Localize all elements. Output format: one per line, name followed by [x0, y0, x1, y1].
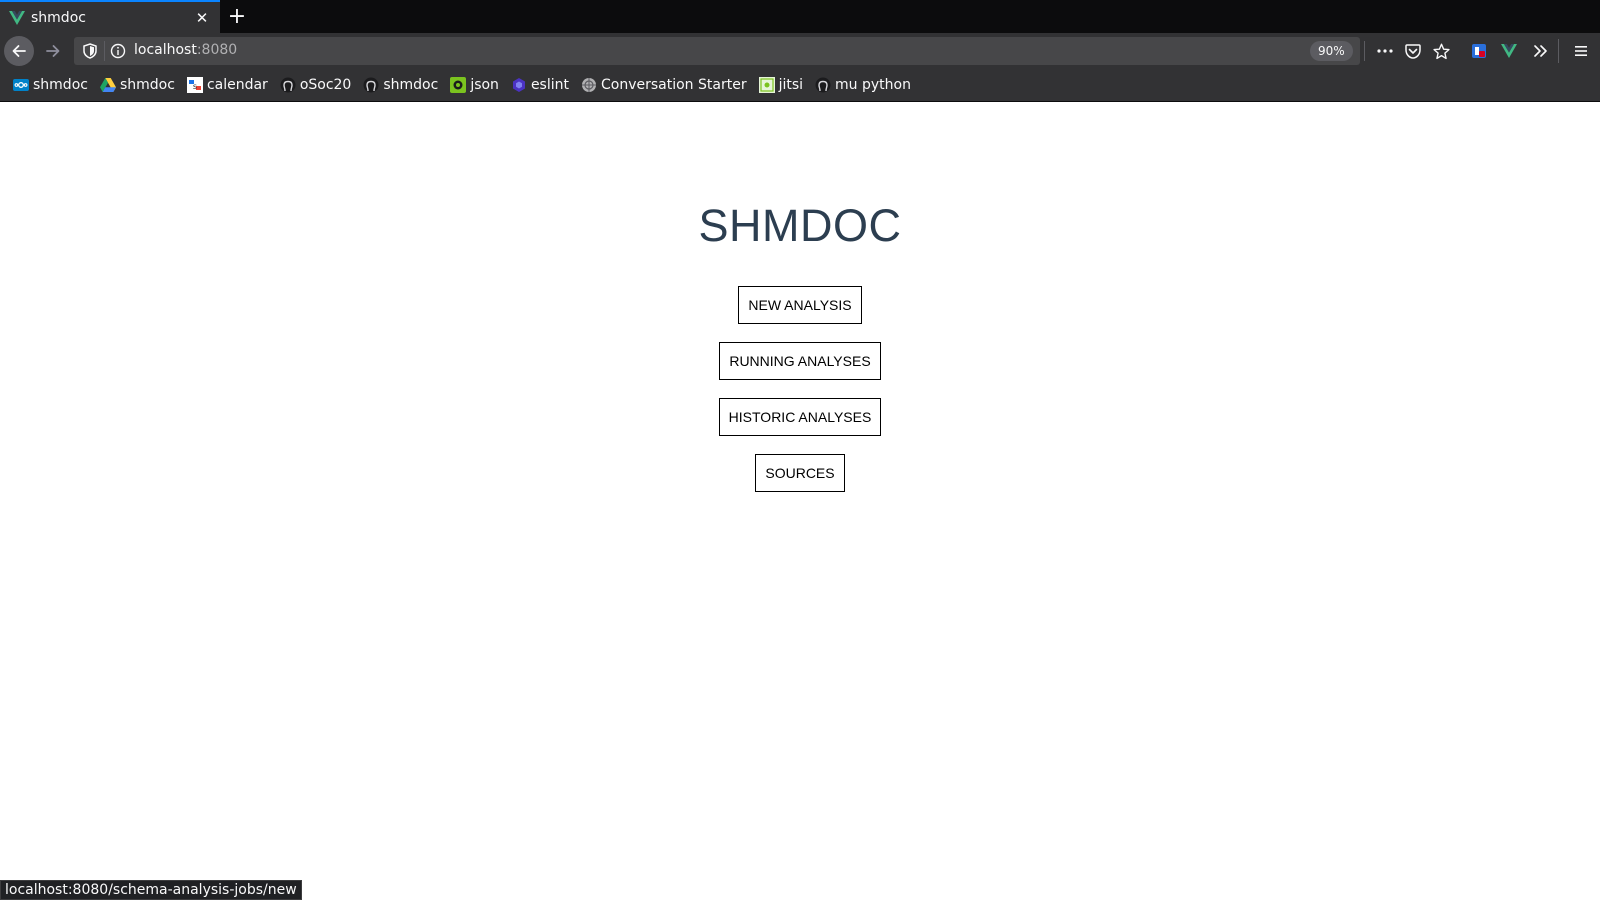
bookmark-star-icon[interactable] — [1431, 41, 1451, 61]
bookmark-label: shmdoc — [119, 77, 175, 93]
urlbar-separator — [104, 41, 105, 61]
github-icon — [280, 77, 296, 93]
bookmark-shmdoc-nextcloud[interactable]: shmdoc — [8, 73, 93, 97]
tracking-protection-shield-icon[interactable] — [80, 41, 100, 61]
bookmark-label: calendar — [206, 77, 268, 93]
bookmark-json[interactable]: json — [445, 73, 504, 97]
bookmark-calendar[interactable]: s calendar — [182, 73, 273, 97]
bookmark-label: shmdoc — [33, 77, 88, 93]
bookmark-label: eslint — [530, 77, 569, 93]
bookmark-jitsi[interactable]: jitsi — [754, 73, 808, 97]
jitsi-icon — [758, 77, 775, 93]
pocket-icon[interactable] — [1403, 41, 1423, 61]
new-analysis-button[interactable]: NEW ANALYSIS — [738, 286, 862, 324]
bookmark-shmdoc-github[interactable]: shmdoc — [358, 73, 443, 97]
tab-shmdoc[interactable]: shmdoc ✕ — [0, 0, 220, 33]
new-tab-icon[interactable]: + — [224, 4, 250, 30]
url-text: localhost:8080 — [134, 42, 237, 58]
json-icon — [450, 77, 467, 93]
eslint-icon — [511, 77, 527, 93]
zoom-indicator[interactable]: 90% — [1310, 41, 1353, 61]
bookmark-osoc20[interactable]: oSoc20 — [275, 73, 357, 97]
address-bar[interactable]: localhost:8080 90% — [74, 37, 1365, 65]
forward-button[interactable] — [38, 36, 68, 66]
arrow-left-icon — [12, 45, 26, 57]
bookmark-label: mu python — [835, 77, 911, 93]
bookmark-label: oSoc20 — [299, 77, 352, 93]
bookmark-shmdoc-drive[interactable]: shmdoc — [95, 73, 180, 97]
tab-strip: shmdoc ✕ + — [0, 0, 1600, 33]
globe-icon — [581, 77, 597, 93]
page-actions-menu-icon[interactable] — [1375, 41, 1395, 61]
calendar-icon: s — [186, 77, 203, 93]
close-tab-icon[interactable]: ✕ — [190, 6, 214, 30]
url-host: localhost — [134, 42, 197, 58]
sources-button[interactable]: SOURCES — [755, 454, 845, 492]
bookmark-conversation-starter[interactable]: Conversation Starter — [576, 73, 752, 97]
github-icon — [815, 77, 831, 93]
github-icon — [363, 77, 379, 93]
overflow-chevron-icon[interactable] — [1529, 39, 1553, 63]
bookmark-label: shmdoc — [383, 77, 439, 93]
site-info-icon[interactable] — [108, 41, 128, 61]
bookmarks-toolbar: shmdoc shmdoc s calendar oSoc20 shmdoc j… — [0, 69, 1600, 102]
historic-analyses-button[interactable]: HISTORIC ANALYSES — [718, 398, 882, 436]
bookmark-label: jitsi — [778, 77, 804, 93]
back-button[interactable] — [4, 36, 34, 66]
page-title: SHMDOC — [698, 200, 902, 251]
google-drive-icon — [99, 77, 116, 93]
page-content: SHMDOC NEW ANALYSIS RUNNING ANALYSES HIS… — [0, 102, 1600, 900]
svg-text:s: s — [193, 82, 197, 91]
bookmark-mu-python[interactable]: mu python — [810, 73, 916, 97]
nextcloud-icon — [13, 77, 29, 93]
extension-vue-devtools-icon[interactable] — [1497, 39, 1521, 63]
bookmark-eslint[interactable]: eslint — [506, 73, 574, 97]
running-analyses-button[interactable]: RUNNING ANALYSES — [719, 342, 881, 380]
vue-icon — [9, 10, 25, 26]
url-port: :8080 — [196, 42, 238, 58]
arrow-right-icon — [46, 45, 60, 57]
main-menu: NEW ANALYSIS RUNNING ANALYSES HISTORIC A… — [0, 286, 1600, 510]
urlbar-separator — [1364, 41, 1365, 61]
tab-title: shmdoc — [31, 9, 86, 26]
hamburger-menu-icon[interactable] — [1569, 39, 1593, 63]
navigation-toolbar: localhost:8080 90% — [0, 33, 1600, 69]
extension-ublock-icon[interactable] — [1467, 39, 1491, 63]
link-status-bar: localhost:8080/schema-analysis-jobs/new — [0, 880, 302, 900]
toolbar-separator — [1558, 39, 1559, 63]
bookmark-label: json — [470, 77, 499, 93]
bookmark-label: Conversation Starter — [601, 77, 747, 93]
